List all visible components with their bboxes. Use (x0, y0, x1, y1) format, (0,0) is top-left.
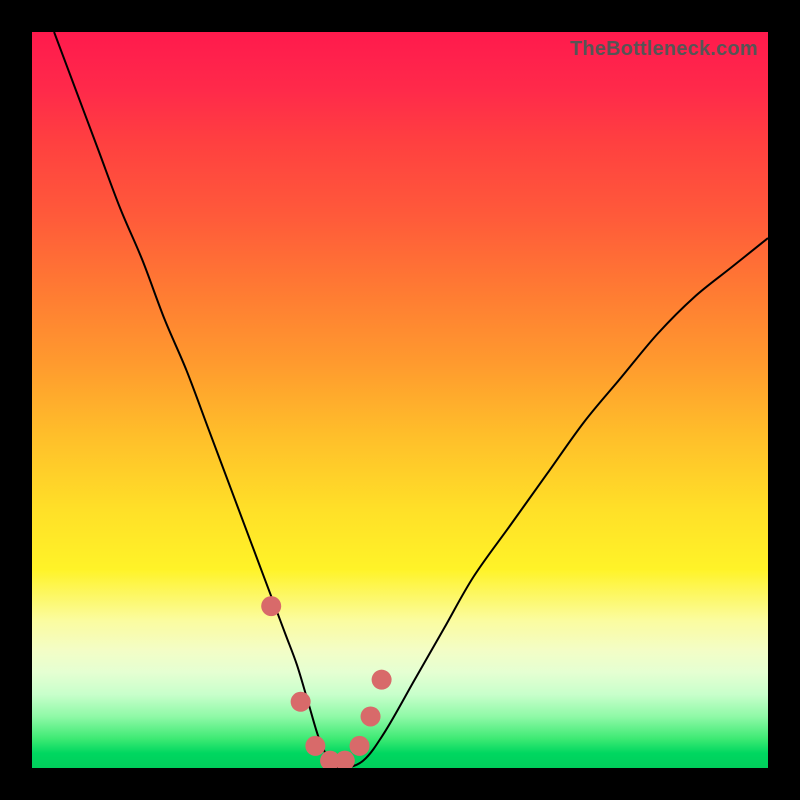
highlight-marker (372, 670, 392, 690)
bottleneck-curve (54, 32, 768, 768)
highlight-marker (291, 692, 311, 712)
chart-frame: TheBottleneck.com (0, 0, 800, 800)
highlight-marker (335, 751, 355, 768)
highlight-marker (261, 596, 281, 616)
plot-area: TheBottleneck.com (32, 32, 768, 768)
highlight-marker (361, 706, 381, 726)
highlight-marker (305, 736, 325, 756)
highlight-marker (350, 736, 370, 756)
bottleneck-curve-svg (32, 32, 768, 768)
